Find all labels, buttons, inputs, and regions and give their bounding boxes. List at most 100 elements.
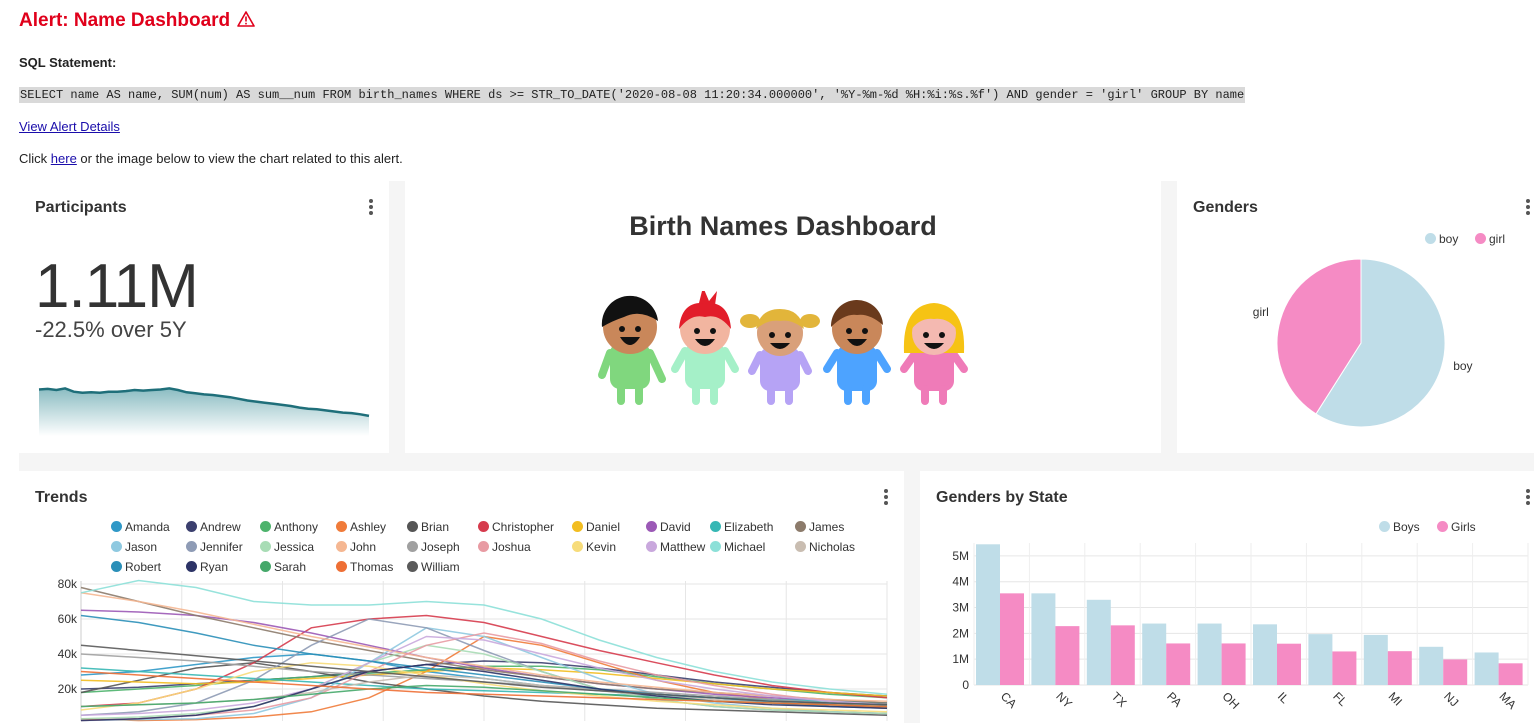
legend-dot-icon: [186, 541, 197, 552]
legend-label: Kevin: [586, 540, 617, 554]
x-tick-label: NY: [1053, 689, 1075, 711]
view-alert-details-link[interactable]: View Alert Details: [19, 119, 120, 134]
legend-dot-icon: [407, 561, 418, 572]
click-instruction: Click here or the image below to view th…: [19, 151, 403, 166]
legend-item-daniel[interactable]: Daniel: [572, 520, 620, 534]
legend-item-brian[interactable]: Brian: [407, 520, 449, 534]
legend-label: Jason: [125, 540, 158, 554]
bar-girls-tx: [1110, 625, 1135, 685]
genders-by-state-card: Genders by State Boys Girls 5M 4M 3M 2M 1M 0 CA…: [920, 471, 1534, 723]
legend-item-ryan[interactable]: Ryan: [186, 560, 228, 574]
x-tick-label: CA: [998, 689, 1020, 711]
card-title-genders: Genders: [1193, 199, 1258, 216]
legend-item-anthony[interactable]: Anthony: [260, 520, 318, 534]
legend-dot-icon: [1475, 233, 1486, 244]
kebab-menu-icon[interactable]: [1526, 199, 1530, 217]
legend-dot-icon: [795, 541, 806, 552]
legend-item-elizabeth[interactable]: Elizabeth: [710, 520, 773, 534]
x-tick-label: OH: [1219, 689, 1242, 712]
bar-girls-il: [1277, 643, 1301, 685]
legend-item-girl[interactable]: girl: [1475, 232, 1505, 246]
card-title-trends: Trends: [35, 489, 88, 506]
legend-item-ashley[interactable]: Ashley: [336, 520, 386, 534]
y-tick-label: 20k: [58, 682, 78, 696]
bar-girls-oh: [1221, 643, 1246, 685]
legend-label: Sarah: [274, 560, 307, 574]
legend-item-john[interactable]: John: [336, 540, 376, 554]
sql-statement: SELECT name AS name, SUM(num) AS sum__nu…: [19, 87, 1246, 103]
kids-illustration: [598, 291, 968, 405]
legend-label: Boys: [1393, 520, 1420, 534]
legend-dot-icon: [478, 541, 489, 552]
bar-boys-ny: [1031, 593, 1056, 685]
legend-dot-icon: [111, 541, 122, 552]
legend-item-joseph[interactable]: Joseph: [407, 540, 460, 554]
card-title-participants: Participants: [35, 199, 127, 216]
y-tick-label: 0: [962, 678, 969, 692]
big-number: 1.11M: [35, 252, 199, 321]
legend-label: Elizabeth: [724, 520, 774, 534]
legend-dot-icon: [260, 521, 271, 532]
here-link[interactable]: here: [51, 151, 77, 166]
legend-label: Joseph: [421, 540, 460, 554]
bar-boys-ma: [1474, 652, 1499, 685]
legend-label: Andrew: [200, 520, 241, 534]
legend-dot-icon: [407, 521, 418, 532]
legend-dot-icon: [572, 521, 583, 532]
trends-card: Trends Amanda Andrew Anthony Ashley Brian Chr…: [19, 471, 904, 723]
legend-item-joshua[interactable]: Joshua: [478, 540, 531, 554]
legend-item-michael[interactable]: Michael: [710, 540, 765, 554]
legend-item-sarah[interactable]: Sarah: [260, 560, 306, 574]
legend-item-thomas[interactable]: Thomas: [336, 560, 393, 574]
legend-item-girls[interactable]: Girls: [1437, 520, 1476, 534]
legend-item-david[interactable]: David: [646, 520, 691, 534]
legend-item-andrew[interactable]: Andrew: [186, 520, 241, 534]
bar-girls-mi: [1387, 651, 1412, 685]
legend-label: Nicholas: [809, 540, 856, 554]
kebab-menu-icon[interactable]: [1526, 489, 1530, 507]
bar-boys-ca: [976, 544, 1000, 685]
legend-item-james[interactable]: James: [795, 520, 844, 534]
legend-item-jason[interactable]: Jason: [111, 540, 157, 554]
legend-label: Christopher: [492, 520, 555, 534]
legend-dot-icon: [186, 561, 197, 572]
trends-line-chart: 80k 60k 40k 20k: [58, 577, 888, 722]
legend-dot-icon: [260, 561, 271, 572]
kebab-menu-icon[interactable]: [884, 489, 888, 507]
bar-girls-nj: [1443, 659, 1468, 685]
legend-item-william[interactable]: William: [407, 560, 460, 574]
legend-label: James: [809, 520, 845, 534]
y-tick-label: 4M: [952, 575, 969, 589]
legend-item-christopher[interactable]: Christopher: [478, 520, 554, 534]
kebab-menu-icon[interactable]: [369, 199, 373, 217]
bar-boys-pa: [1142, 623, 1167, 685]
legend-item-jessica[interactable]: Jessica: [260, 540, 314, 554]
genders-card: Genders boy girl boy girl: [1177, 181, 1534, 453]
legend-label: Anthony: [274, 520, 319, 534]
legend-label: Jessica: [274, 540, 315, 554]
pie-label-girl: girl: [1253, 305, 1269, 319]
legend-dot-icon: [1379, 521, 1390, 532]
legend-item-amanda[interactable]: Amanda: [111, 520, 170, 534]
legend-item-kevin[interactable]: Kevin: [572, 540, 616, 554]
x-tick-label: NJ: [1441, 689, 1461, 709]
legend-dot-icon: [795, 521, 806, 532]
legend-label: Jennifer: [200, 540, 243, 554]
x-tick-label: MI: [1386, 689, 1405, 708]
bar-girls-fl: [1332, 651, 1357, 685]
legend-item-nicholas[interactable]: Nicholas: [795, 540, 855, 554]
legend-item-boys[interactable]: Boys: [1379, 520, 1420, 534]
legend-dot-icon: [1425, 233, 1436, 244]
legend-item-matthew[interactable]: Matthew: [646, 540, 705, 554]
x-tick-label: TX: [1109, 689, 1130, 710]
legend-item-robert[interactable]: Robert: [111, 560, 161, 574]
legend-label: Ryan: [200, 560, 229, 574]
legend-label: Michael: [724, 540, 766, 554]
y-tick-label: 40k: [58, 647, 78, 661]
legend-item-jennifer[interactable]: Jennifer: [186, 540, 243, 554]
bar-boys-mi: [1363, 634, 1388, 685]
bar-girls-ca: [1000, 593, 1024, 685]
y-tick-label: 2M: [952, 626, 969, 640]
participants-sparkline: [38, 387, 370, 436]
legend-item-boy[interactable]: boy: [1425, 232, 1458, 246]
